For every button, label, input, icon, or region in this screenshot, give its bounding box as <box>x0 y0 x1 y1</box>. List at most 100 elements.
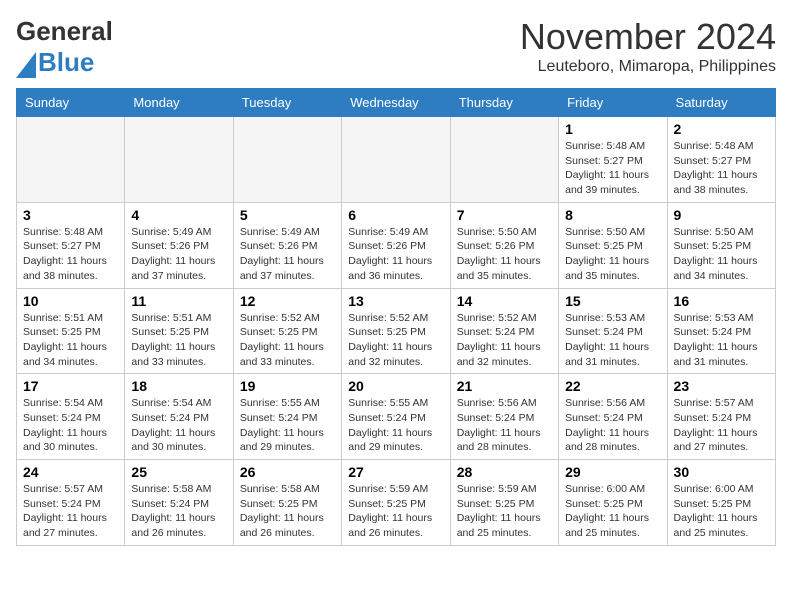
day-number: 12 <box>240 293 335 309</box>
calendar-cell: 17Sunrise: 5:54 AMSunset: 5:24 PMDayligh… <box>17 374 125 460</box>
day-number: 16 <box>674 293 769 309</box>
day-number: 13 <box>348 293 443 309</box>
day-info: Sunrise: 5:53 AMSunset: 5:24 PMDaylight:… <box>674 311 769 370</box>
col-header-thursday: Thursday <box>450 89 558 117</box>
day-info: Sunrise: 5:48 AMSunset: 5:27 PMDaylight:… <box>565 139 660 198</box>
calendar-cell: 6 Sunrise: 5:49 AMSunset: 5:26 PMDaylight… <box>342 202 450 288</box>
logo: General Blue <box>16 16 113 78</box>
day-info: Sunrise: 5:48 AMSunset: 5:27 PMDaylight:… <box>674 139 769 198</box>
day-number: 14 <box>457 293 552 309</box>
calendar-cell: 23 Sunrise: 5:57 AMSunset: 5:24 PMDayligh… <box>667 374 775 460</box>
day-info: Sunrise: 5:52 AMSunset: 5:25 PMDaylight:… <box>240 311 335 370</box>
day-number: 4 <box>131 207 226 223</box>
day-info: Sunrise: 5:50 AMSunset: 5:25 PMDaylight:… <box>674 225 769 284</box>
calendar-header-row: SundayMondayTuesdayWednesdayThursdayFrid… <box>17 89 776 117</box>
calendar-cell: 25 Sunrise: 5:58 AMSunset: 5:24 PMDayligh… <box>125 460 233 546</box>
calendar-cell <box>125 117 233 203</box>
day-number: 1 <box>565 121 660 137</box>
day-info: Sunrise: 6:00 AMSunset: 5:25 PMDaylight:… <box>565 482 660 541</box>
day-number: 26 <box>240 464 335 480</box>
calendar-cell: 11 Sunrise: 5:51 AMSunset: 5:25 PMDayligh… <box>125 288 233 374</box>
day-info: Sunrise: 5:49 AMSunset: 5:26 PMDaylight:… <box>131 225 226 284</box>
day-number: 19 <box>240 378 335 394</box>
calendar-cell: 28Sunrise: 5:59 AMSunset: 5:25 PMDayligh… <box>450 460 558 546</box>
day-number: 22 <box>565 378 660 394</box>
day-number: 15 <box>565 293 660 309</box>
day-info: Sunrise: 5:50 AMSunset: 5:26 PMDaylight:… <box>457 225 552 284</box>
day-number: 11 <box>131 293 226 309</box>
day-number: 21 <box>457 378 552 394</box>
calendar-cell: 1 Sunrise: 5:48 AMSunset: 5:27 PMDaylight… <box>559 117 667 203</box>
calendar-cell: 13Sunrise: 5:52 AMSunset: 5:25 PMDayligh… <box>342 288 450 374</box>
day-number: 6 <box>348 207 443 223</box>
title-block: November 2024 Leuteboro, Mimaropa, Phili… <box>520 16 776 76</box>
day-number: 23 <box>674 378 769 394</box>
col-header-friday: Friday <box>559 89 667 117</box>
day-info: Sunrise: 5:54 AMSunset: 5:24 PMDaylight:… <box>23 396 118 455</box>
day-number: 20 <box>348 378 443 394</box>
calendar-cell <box>450 117 558 203</box>
day-info: Sunrise: 5:58 AMSunset: 5:24 PMDaylight:… <box>131 482 226 541</box>
calendar-week-2: 3 Sunrise: 5:48 AMSunset: 5:27 PMDaylight… <box>17 202 776 288</box>
calendar-week-3: 10 Sunrise: 5:51 AMSunset: 5:25 PMDayligh… <box>17 288 776 374</box>
day-info: Sunrise: 6:00 AMSunset: 5:25 PMDaylight:… <box>674 482 769 541</box>
calendar-cell: 30 Sunrise: 6:00 AMSunset: 5:25 PMDayligh… <box>667 460 775 546</box>
day-number: 24 <box>23 464 118 480</box>
col-header-sunday: Sunday <box>17 89 125 117</box>
calendar-cell: 12 Sunrise: 5:52 AMSunset: 5:25 PMDayligh… <box>233 288 341 374</box>
calendar-cell: 24 Sunrise: 5:57 AMSunset: 5:24 PMDayligh… <box>17 460 125 546</box>
day-info: Sunrise: 5:51 AMSunset: 5:25 PMDaylight:… <box>23 311 118 370</box>
calendar-cell: 29 Sunrise: 6:00 AMSunset: 5:25 PMDayligh… <box>559 460 667 546</box>
calendar-cell: 26 Sunrise: 5:58 AMSunset: 5:25 PMDayligh… <box>233 460 341 546</box>
logo-text: General <box>16 16 113 46</box>
day-info: Sunrise: 5:56 AMSunset: 5:24 PMDaylight:… <box>565 396 660 455</box>
calendar-cell: 16 Sunrise: 5:53 AMSunset: 5:24 PMDayligh… <box>667 288 775 374</box>
calendar-cell: 9 Sunrise: 5:50 AMSunset: 5:25 PMDaylight… <box>667 202 775 288</box>
calendar-cell: 22 Sunrise: 5:56 AMSunset: 5:24 PMDayligh… <box>559 374 667 460</box>
calendar-week-5: 24 Sunrise: 5:57 AMSunset: 5:24 PMDayligh… <box>17 460 776 546</box>
day-info: Sunrise: 5:54 AMSunset: 5:24 PMDaylight:… <box>131 396 226 455</box>
day-info: Sunrise: 5:52 AMSunset: 5:24 PMDaylight:… <box>457 311 552 370</box>
calendar-cell: 14 Sunrise: 5:52 AMSunset: 5:24 PMDayligh… <box>450 288 558 374</box>
day-number: 3 <box>23 207 118 223</box>
page-header: General Blue November 2024 Leuteboro, Mi… <box>16 16 776 78</box>
day-info: Sunrise: 5:53 AMSunset: 5:24 PMDaylight:… <box>565 311 660 370</box>
logo-triangle <box>16 52 36 78</box>
day-info: Sunrise: 5:49 AMSunset: 5:26 PMDaylight:… <box>348 225 443 284</box>
calendar-cell: 8Sunrise: 5:50 AMSunset: 5:25 PMDaylight… <box>559 202 667 288</box>
calendar-cell: 5Sunrise: 5:49 AMSunset: 5:26 PMDaylight… <box>233 202 341 288</box>
calendar-week-4: 17Sunrise: 5:54 AMSunset: 5:24 PMDayligh… <box>17 374 776 460</box>
day-info: Sunrise: 5:55 AMSunset: 5:24 PMDaylight:… <box>240 396 335 455</box>
month-title: November 2024 <box>520 16 776 58</box>
day-number: 5 <box>240 207 335 223</box>
col-header-saturday: Saturday <box>667 89 775 117</box>
day-number: 28 <box>457 464 552 480</box>
day-info: Sunrise: 5:57 AMSunset: 5:24 PMDaylight:… <box>674 396 769 455</box>
calendar-cell <box>17 117 125 203</box>
calendar-cell: 2Sunrise: 5:48 AMSunset: 5:27 PMDaylight… <box>667 117 775 203</box>
calendar-table: SundayMondayTuesdayWednesdayThursdayFrid… <box>16 88 776 546</box>
calendar-cell: 27 Sunrise: 5:59 AMSunset: 5:25 PMDayligh… <box>342 460 450 546</box>
day-number: 27 <box>348 464 443 480</box>
day-number: 25 <box>131 464 226 480</box>
day-number: 29 <box>565 464 660 480</box>
calendar-cell <box>233 117 341 203</box>
day-info: Sunrise: 5:58 AMSunset: 5:25 PMDaylight:… <box>240 482 335 541</box>
calendar-cell: 18Sunrise: 5:54 AMSunset: 5:24 PMDayligh… <box>125 374 233 460</box>
day-number: 7 <box>457 207 552 223</box>
day-number: 10 <box>23 293 118 309</box>
day-number: 30 <box>674 464 769 480</box>
day-info: Sunrise: 5:48 AMSunset: 5:27 PMDaylight:… <box>23 225 118 284</box>
day-info: Sunrise: 5:55 AMSunset: 5:24 PMDaylight:… <box>348 396 443 455</box>
calendar-cell: 20 Sunrise: 5:55 AMSunset: 5:24 PMDayligh… <box>342 374 450 460</box>
day-info: Sunrise: 5:51 AMSunset: 5:25 PMDaylight:… <box>131 311 226 370</box>
calendar-cell: 15 Sunrise: 5:53 AMSunset: 5:24 PMDayligh… <box>559 288 667 374</box>
day-number: 9 <box>674 207 769 223</box>
calendar-cell: 4 Sunrise: 5:49 AMSunset: 5:26 PMDaylight… <box>125 202 233 288</box>
day-info: Sunrise: 5:57 AMSunset: 5:24 PMDaylight:… <box>23 482 118 541</box>
day-info: Sunrise: 5:59 AMSunset: 5:25 PMDaylight:… <box>348 482 443 541</box>
calendar-week-1: 1 Sunrise: 5:48 AMSunset: 5:27 PMDaylight… <box>17 117 776 203</box>
calendar-cell: 19 Sunrise: 5:55 AMSunset: 5:24 PMDayligh… <box>233 374 341 460</box>
calendar-cell: 10 Sunrise: 5:51 AMSunset: 5:25 PMDayligh… <box>17 288 125 374</box>
day-info: Sunrise: 5:50 AMSunset: 5:25 PMDaylight:… <box>565 225 660 284</box>
